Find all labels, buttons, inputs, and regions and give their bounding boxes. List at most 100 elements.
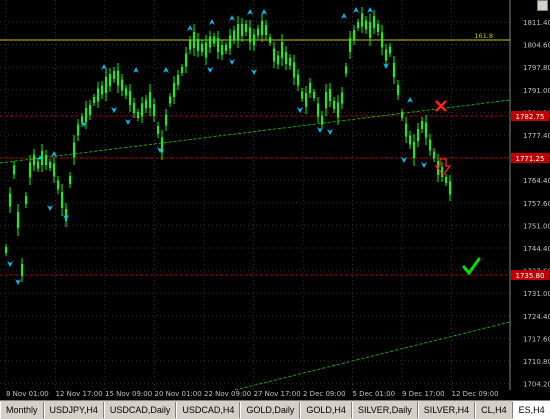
candle-body bbox=[125, 88, 127, 96]
level-price-label: 1735.80 bbox=[516, 272, 545, 280]
fractal-up-arrow bbox=[163, 67, 169, 73]
fractal-down-arrow bbox=[317, 127, 323, 133]
candle-body bbox=[213, 36, 215, 44]
symbol-tab-bar: Monthly USDJPY,H4 USDCAD,Daily USDCAD,H4 GOL… bbox=[0, 400, 550, 419]
fractal-down-arrow bbox=[125, 119, 131, 125]
candle-body bbox=[177, 75, 179, 85]
candle-body bbox=[229, 35, 231, 49]
date-axis-label: 5 Dec 01:00 bbox=[353, 390, 396, 398]
candle-body bbox=[89, 105, 91, 115]
fractal-up-arrow bbox=[101, 64, 107, 70]
candle-body bbox=[117, 70, 119, 86]
candle-body bbox=[217, 38, 219, 52]
candle-body bbox=[57, 180, 59, 190]
candle-body bbox=[285, 52, 287, 64]
price-chart[interactable]: 1811.401804.601797.801791.001784.201777.… bbox=[0, 0, 550, 400]
candle-body bbox=[293, 62, 295, 78]
candle-body bbox=[137, 112, 139, 118]
candle-body bbox=[297, 74, 299, 86]
candle-body bbox=[341, 92, 343, 104]
candle-body bbox=[181, 67, 183, 73]
candle-body bbox=[301, 91, 303, 99]
candle-body bbox=[61, 192, 63, 208]
candle-body bbox=[433, 151, 435, 159]
candle-body bbox=[417, 129, 419, 141]
candle-body bbox=[45, 155, 47, 165]
candle-body bbox=[305, 93, 307, 107]
tab-usdjpy-h4[interactable]: USDJPY,H4 bbox=[43, 402, 104, 418]
candle-body bbox=[5, 247, 7, 253]
fractal-down-arrow bbox=[207, 67, 213, 73]
candle-body bbox=[273, 48, 275, 62]
candle-body bbox=[237, 24, 239, 40]
candle-body bbox=[85, 108, 87, 122]
tab-gold-daily[interactable]: GOLD,Daily bbox=[240, 402, 301, 418]
price-axis-label: 1811.40 bbox=[523, 19, 550, 27]
candle-body bbox=[221, 45, 223, 55]
fractal-down-arrow bbox=[421, 162, 427, 168]
fractal-down-arrow bbox=[47, 205, 53, 211]
date-axis-label: 9 Dec 17:00 bbox=[402, 390, 445, 398]
candle-body bbox=[249, 27, 251, 43]
tab-usdcad-daily[interactable]: USDCAD,Daily bbox=[103, 402, 177, 418]
candle-body bbox=[97, 88, 99, 102]
candle-body bbox=[409, 135, 411, 145]
candle-body bbox=[141, 103, 143, 117]
candle-body bbox=[369, 22, 371, 38]
fib-161-label: 161.8 bbox=[474, 32, 493, 40]
candle-body bbox=[73, 142, 75, 158]
candle-body bbox=[189, 40, 191, 50]
tab-usdcad-h4[interactable]: USDCAD,H4 bbox=[176, 402, 241, 418]
candle-body bbox=[445, 177, 447, 183]
date-axis-label: 20 Nov 01:00 bbox=[155, 390, 202, 398]
fractal-down-arrow bbox=[15, 279, 21, 285]
fractal-up-arrow bbox=[353, 7, 359, 13]
candle-body bbox=[401, 112, 403, 118]
fractal-up-arrow bbox=[133, 67, 139, 73]
candle-body bbox=[261, 21, 263, 35]
chart-canvas[interactable]: 1811.401804.601797.801791.001784.201777.… bbox=[0, 0, 550, 400]
fractal-up-arrow bbox=[341, 13, 347, 19]
candle-body bbox=[157, 126, 159, 134]
price-axis-label: 1744.40 bbox=[523, 245, 550, 253]
date-axis-label: 27 Nov 17:00 bbox=[254, 390, 301, 398]
candle-body bbox=[329, 89, 331, 101]
candle-body bbox=[53, 163, 55, 177]
fractal-up-arrow bbox=[367, 7, 373, 13]
fractal-down-arrow bbox=[327, 129, 333, 135]
fractal-down-arrow bbox=[297, 107, 303, 113]
candle-body bbox=[429, 139, 431, 151]
level-price-label: 1782.75 bbox=[516, 113, 545, 121]
candle-body bbox=[281, 42, 283, 58]
tab-silver-h4[interactable]: SILVER,H4 bbox=[417, 402, 476, 418]
candle-body bbox=[225, 45, 227, 51]
candle-body bbox=[9, 193, 11, 207]
candle-body bbox=[121, 79, 123, 91]
candle-body bbox=[93, 97, 95, 103]
candle-body bbox=[25, 196, 27, 204]
candle-body bbox=[33, 154, 35, 166]
window-restore-icon[interactable] bbox=[537, 0, 548, 11]
candle-body bbox=[113, 71, 115, 79]
candle-body bbox=[413, 142, 415, 158]
candle-body bbox=[245, 24, 247, 32]
candle-body bbox=[185, 53, 187, 67]
candle-body bbox=[397, 85, 399, 95]
candle-body bbox=[321, 115, 323, 125]
candle-body bbox=[337, 102, 339, 118]
price-axis-label: 1777.40 bbox=[523, 132, 550, 140]
price-axis-label: 1804.60 bbox=[523, 42, 550, 50]
tab-cl-h4[interactable]: CL,H4 bbox=[475, 402, 513, 418]
fractal-up-arrow bbox=[51, 151, 57, 157]
tab-monthly[interactable]: Monthly bbox=[0, 402, 44, 418]
date-axis-label: 12 Dec 09:00 bbox=[452, 390, 499, 398]
candle-body bbox=[209, 36, 211, 48]
candle-body bbox=[377, 24, 379, 32]
candle-body bbox=[241, 24, 243, 36]
tab-gold-h4[interactable]: GOLD,H4 bbox=[300, 402, 352, 418]
price-axis-label: 1751.00 bbox=[523, 222, 550, 230]
candle-body bbox=[385, 49, 387, 61]
candle-body bbox=[325, 92, 327, 108]
tab-silver-daily[interactable]: SILVER,Daily bbox=[351, 402, 418, 418]
tab-es-h4[interactable]: ES,H4 bbox=[512, 401, 550, 419]
